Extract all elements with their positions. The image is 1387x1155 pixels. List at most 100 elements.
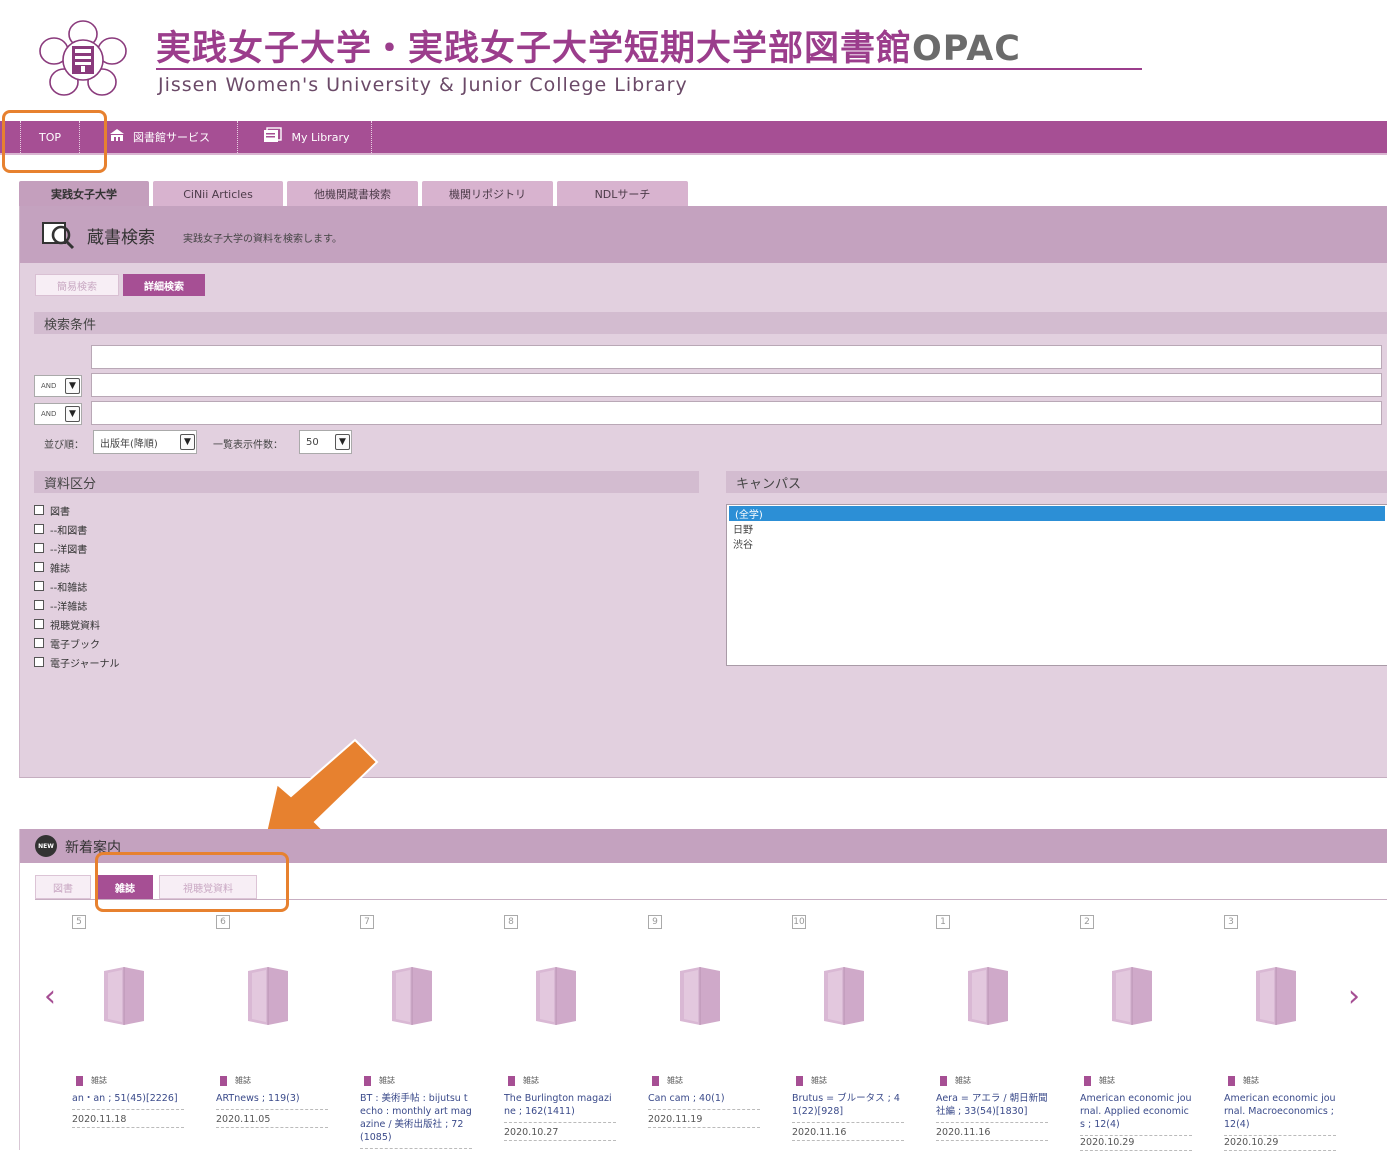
panel-description: 実践女子大学の資料を検索します。 bbox=[183, 234, 342, 245]
magazine-cover-icon bbox=[824, 967, 864, 1025]
item-date: 2020.10.29 bbox=[1224, 1137, 1336, 1151]
item-title-link[interactable]: an・an ; 51(45)[2226] bbox=[72, 1092, 184, 1110]
tabs-divider bbox=[35, 899, 1387, 900]
per-page-label: 一覧表示件数： bbox=[213, 440, 283, 451]
new-arrival-item[interactable]: 2 雑誌 American economic journal. Applied ec… bbox=[1080, 915, 1192, 1155]
simple-search-button[interactable]: 簡易検索 bbox=[35, 274, 119, 296]
item-type-label: 雑誌 bbox=[955, 1076, 971, 1085]
new-arrival-item[interactable]: 9 雑誌 Can cam ; 40(1) 2020.11.19 bbox=[648, 915, 760, 1155]
advanced-search-label: 詳細検索 bbox=[144, 281, 184, 293]
item-number: 1 bbox=[936, 915, 950, 929]
tab-repository[interactable]: 機関リポジトリ bbox=[422, 181, 553, 207]
operator-value: AND bbox=[41, 410, 57, 418]
campus-option[interactable]: 日野 bbox=[727, 521, 1387, 536]
tab-label: 機関リポジトリ bbox=[449, 188, 526, 201]
checkbox[interactable] bbox=[34, 581, 44, 591]
carousel-next-icon[interactable]: › bbox=[1348, 979, 1360, 1014]
nav-top-label: TOP bbox=[38, 130, 61, 144]
material-option-label: 視聴覚資料 bbox=[50, 620, 100, 632]
material-option[interactable]: 雑誌 bbox=[34, 560, 70, 575]
material-type-header: 資料区分 bbox=[34, 471, 699, 493]
new-arrival-item[interactable]: 7 雑誌 BT : 美術手帖 : bijutsu techo : monthly a… bbox=[360, 915, 472, 1155]
material-option[interactable]: --和雑誌 bbox=[34, 579, 87, 594]
panel-header: 蔵書検索 実践女子大学の資料を検索します。 bbox=[20, 206, 1387, 263]
checkbox[interactable] bbox=[34, 543, 44, 553]
new-arrival-item[interactable]: 10 雑誌 Brutus = ブルータス ; 41(22)[928] 2020.11.… bbox=[792, 915, 904, 1155]
tab-jissen[interactable]: 実践女子大学 bbox=[19, 181, 149, 207]
item-title-link[interactable]: Brutus = ブルータス ; 41(22)[928] bbox=[792, 1092, 904, 1123]
site-title-opac: OPAC bbox=[912, 29, 1021, 69]
new-badge-icon: NEW bbox=[35, 835, 57, 857]
campus-option[interactable]: 渋谷 bbox=[727, 536, 1387, 551]
item-type-label: 雑誌 bbox=[811, 1076, 827, 1085]
material-option[interactable]: 視聴覚資料 bbox=[34, 617, 100, 632]
item-title-link[interactable]: American economic journal. Macroeconomic… bbox=[1224, 1092, 1336, 1136]
material-option[interactable]: --和図書 bbox=[34, 522, 88, 537]
search-input-1[interactable] bbox=[91, 345, 1382, 369]
item-title-link[interactable]: Aera = アエラ / 朝日新聞社編 ; 33(54)[1830] bbox=[936, 1092, 1048, 1123]
material-option[interactable]: 電子ブック bbox=[34, 636, 100, 651]
tab-other-libraries[interactable]: 他機関蔵書検索 bbox=[287, 181, 418, 207]
magazine-marker-icon bbox=[652, 1075, 659, 1086]
catalog-search-panel: 蔵書検索 実践女子大学の資料を検索します。 簡易検索 詳細検索 検索条件 AND… bbox=[19, 206, 1387, 778]
tab-label: NDLサーチ bbox=[594, 188, 651, 201]
material-option[interactable]: --洋図書 bbox=[34, 541, 87, 556]
item-number: 5 bbox=[72, 915, 86, 929]
new-tab-magazines[interactable]: 雑誌 bbox=[97, 875, 153, 899]
material-type-label: 資料区分 bbox=[44, 476, 97, 492]
nav-library-service-link[interactable]: 図書館サービス bbox=[82, 121, 238, 153]
sort-label: 並び順： bbox=[44, 440, 84, 451]
nav-top-link[interactable]: TOP bbox=[20, 121, 80, 153]
checkbox[interactable] bbox=[34, 638, 44, 648]
checkbox[interactable] bbox=[34, 505, 44, 515]
campus-option-selected[interactable]: (全学) bbox=[729, 506, 1385, 521]
magazine-marker-icon bbox=[76, 1075, 83, 1086]
material-option-label: 電子ジャーナル bbox=[50, 658, 120, 670]
tab-ndl-search[interactable]: NDLサーチ bbox=[557, 181, 688, 207]
sort-select[interactable]: 出版年(降順) ▼ bbox=[93, 430, 197, 454]
new-tab-books[interactable]: 図書 bbox=[35, 875, 91, 899]
search-input-3[interactable] bbox=[91, 401, 1382, 425]
campus-listbox[interactable]: (全学) 日野 渋谷 bbox=[726, 504, 1387, 666]
operator-select-1[interactable]: AND ▼ bbox=[34, 375, 82, 397]
title-divider bbox=[156, 68, 1142, 70]
new-arrival-item[interactable]: 1 雑誌 Aera = アエラ / 朝日新聞社編 ; 33(54)[1830] 202… bbox=[936, 915, 1048, 1155]
nav-my-library-label: My Library bbox=[291, 130, 350, 144]
checkbox[interactable] bbox=[34, 619, 44, 629]
material-option[interactable]: 電子ジャーナル bbox=[34, 655, 120, 670]
panel-title: 蔵書検索 bbox=[87, 228, 155, 248]
item-title-link[interactable]: American economic journal. Applied econo… bbox=[1080, 1092, 1192, 1136]
item-type-label: 雑誌 bbox=[235, 1076, 251, 1085]
new-arrival-item[interactable]: 3 雑誌 American economic journal. Macroecono… bbox=[1224, 915, 1336, 1155]
item-title-link[interactable]: Can cam ; 40(1) bbox=[648, 1092, 760, 1110]
checkbox[interactable] bbox=[34, 524, 44, 534]
nav-my-library-link[interactable]: My Library bbox=[240, 121, 372, 153]
item-title-link[interactable]: ARTnews ; 119(3) bbox=[216, 1092, 328, 1110]
checkbox[interactable] bbox=[34, 657, 44, 667]
item-type: 雑誌 bbox=[796, 1075, 827, 1086]
magazine-cover-icon bbox=[536, 967, 576, 1025]
advanced-search-button[interactable]: 詳細検索 bbox=[123, 274, 205, 296]
operator-select-2[interactable]: AND ▼ bbox=[34, 403, 82, 425]
material-option[interactable]: 図書 bbox=[34, 503, 70, 518]
main-navigation: TOP 図書館サービス My Library bbox=[0, 121, 1387, 155]
material-option-label: 電子ブック bbox=[50, 639, 100, 651]
item-title-link[interactable]: BT : 美術手帖 : bijutsu techo : monthly art … bbox=[360, 1092, 472, 1149]
carousel-prev-icon[interactable]: ‹ bbox=[44, 979, 56, 1014]
tab-cinii[interactable]: CiNii Articles bbox=[153, 181, 283, 207]
item-type: 雑誌 bbox=[220, 1075, 251, 1086]
item-number: 8 bbox=[504, 915, 518, 929]
per-page-select[interactable]: 50 ▼ bbox=[299, 430, 352, 454]
chevron-down-icon: ▼ bbox=[335, 434, 350, 450]
item-title-link[interactable]: The Burlington magazine ; 162(1411) bbox=[504, 1092, 616, 1123]
checkbox[interactable] bbox=[34, 562, 44, 572]
material-option-label: --和図書 bbox=[50, 525, 88, 537]
new-arrival-item[interactable]: 5 雑誌 an・an ; 51(45)[2226] 2020.11.18 bbox=[72, 915, 184, 1155]
new-arrival-item[interactable]: 8 雑誌 The Burlington magazine ; 162(1411) 20… bbox=[504, 915, 616, 1155]
item-number: 7 bbox=[360, 915, 374, 929]
new-tab-audiovisual[interactable]: 視聴覚資料 bbox=[159, 875, 257, 899]
checkbox[interactable] bbox=[34, 600, 44, 610]
material-option[interactable]: --洋雑誌 bbox=[34, 598, 87, 613]
new-arrival-item[interactable]: 6 雑誌 ARTnews ; 119(3) 2020.11.05 bbox=[216, 915, 328, 1155]
search-input-2[interactable] bbox=[91, 373, 1382, 397]
